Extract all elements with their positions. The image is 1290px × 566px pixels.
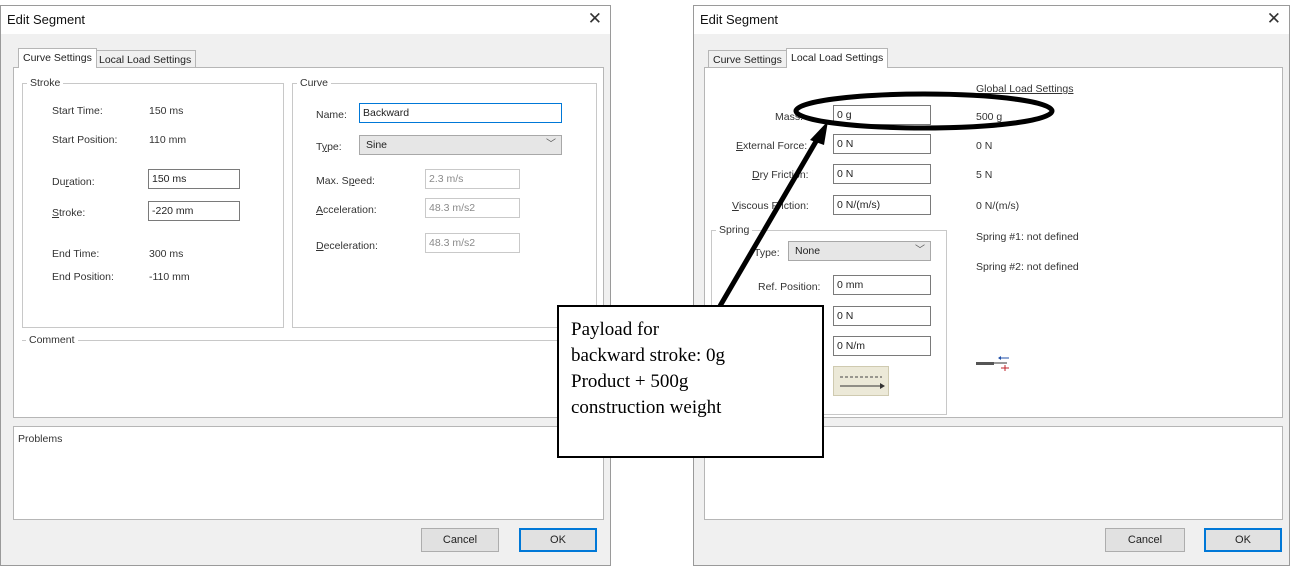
start-time-value: 150 ms bbox=[149, 105, 184, 117]
max-speed-field: 2.3 m/s bbox=[425, 169, 520, 189]
dialog-title: Edit Segment bbox=[700, 12, 779, 27]
curve-type-select[interactable]: Sine ﹀ bbox=[359, 135, 562, 155]
external-force-input[interactable]: 0 N bbox=[833, 134, 931, 154]
edit-segment-dialog-right: Edit Segment ✕ Curve Settings Local Load… bbox=[693, 5, 1290, 566]
chevron-down-icon: ﹀ bbox=[546, 139, 556, 150]
global-load-settings-header: Global Load Settings bbox=[976, 83, 1074, 95]
spring-2-global-value: Spring #2: not defined bbox=[976, 261, 1079, 273]
ok-button[interactable]: OK bbox=[519, 528, 597, 552]
start-position-label: Start Position: bbox=[52, 134, 118, 146]
end-position-label: End Position: bbox=[52, 271, 114, 283]
mass-global-value: 500 g bbox=[976, 111, 1003, 123]
stroke-label: Stroke: bbox=[52, 207, 86, 219]
callout-line: backward stroke: 0g bbox=[571, 345, 726, 366]
viscous-friction-label: Viscous Friction: bbox=[732, 200, 809, 212]
callout-line: construction weight bbox=[571, 397, 722, 418]
tab-curve-settings[interactable]: Curve Settings bbox=[708, 50, 787, 68]
stroke-input[interactable]: -220 mm bbox=[148, 201, 240, 221]
deceleration-field: 48.3 m/s2 bbox=[425, 233, 520, 253]
mass-input[interactable]: 0 g bbox=[833, 105, 931, 125]
ref-position-input[interactable]: 0 mm bbox=[833, 275, 931, 295]
comment-group: Comment bbox=[22, 334, 599, 418]
ref-position-label: Ref. Position: bbox=[758, 281, 821, 293]
dry-friction-global-value: 5 N bbox=[976, 169, 993, 181]
acceleration-label: Acceleration: bbox=[316, 204, 377, 216]
spring-force-input[interactable]: 0 N bbox=[833, 306, 931, 326]
deceleration-label: Deceleration: bbox=[316, 240, 378, 252]
spring-group-legend: Spring bbox=[716, 224, 753, 236]
spring-rate-input[interactable]: 0 N/m bbox=[833, 336, 931, 356]
edit-segment-dialog-left: Edit Segment ✕ Curve Settings Local Load… bbox=[0, 5, 611, 566]
cancel-button[interactable]: Cancel bbox=[421, 528, 499, 552]
tab-curve-settings[interactable]: Curve Settings bbox=[18, 48, 97, 68]
curve-name-input[interactable]: Backward bbox=[359, 103, 562, 123]
close-icon[interactable]: ✕ bbox=[1267, 9, 1281, 29]
tab-local-load-settings[interactable]: Local Load Settings bbox=[786, 48, 889, 68]
stroke-group-legend: Stroke bbox=[27, 77, 64, 89]
dry-friction-label: Dry Friction: bbox=[752, 169, 809, 181]
external-force-label: External Force: bbox=[736, 140, 808, 152]
callout-line: Payload for bbox=[571, 319, 660, 340]
title-bar: Edit Segment ✕ bbox=[1, 6, 610, 34]
spring-type-value: None bbox=[795, 245, 821, 257]
viscous-friction-global-value: 0 N/(m/s) bbox=[976, 200, 1020, 212]
curve-settings-panel: Stroke Start Time: 150 ms Start Position… bbox=[13, 67, 604, 418]
dialog-title: Edit Segment bbox=[7, 12, 86, 27]
spring-preview-icon bbox=[833, 366, 889, 396]
chevron-down-icon: ﹀ bbox=[915, 245, 925, 256]
spring-force-icon bbox=[975, 353, 1015, 373]
tab-local-load-settings[interactable]: Local Load Settings bbox=[94, 50, 197, 68]
mass-label: Mass: bbox=[775, 111, 804, 123]
spring-type-select[interactable]: None ﹀ bbox=[788, 241, 931, 261]
type-label: Type: bbox=[316, 141, 342, 153]
end-time-label: End Time: bbox=[52, 248, 100, 260]
end-position-value: -110 mm bbox=[149, 271, 190, 283]
spring-1-global-value: Spring #1: not defined bbox=[976, 231, 1079, 243]
start-time-label: Start Time: bbox=[52, 105, 103, 117]
callout-line: Product + 500g bbox=[571, 371, 689, 392]
cancel-button[interactable]: Cancel bbox=[1105, 528, 1185, 552]
max-speed-label: Max. Speed: bbox=[316, 175, 375, 187]
name-label: Name: bbox=[316, 109, 347, 121]
viscous-friction-input[interactable]: 0 N/(m/s) bbox=[833, 195, 931, 215]
problems-box: Problems bbox=[13, 426, 604, 520]
external-force-global-value: 0 N bbox=[976, 140, 993, 152]
comment-group-legend: Comment bbox=[26, 334, 78, 346]
curve-group-legend: Curve bbox=[297, 77, 332, 89]
title-bar: Edit Segment ✕ bbox=[694, 6, 1289, 34]
dry-friction-input[interactable]: 0 N bbox=[833, 164, 931, 184]
end-time-value: 300 ms bbox=[149, 248, 184, 260]
spring-type-label: Type: bbox=[754, 247, 780, 259]
duration-input[interactable]: 150 ms bbox=[148, 169, 240, 189]
close-icon[interactable]: ✕ bbox=[588, 9, 602, 29]
ok-button[interactable]: OK bbox=[1204, 528, 1282, 552]
curve-type-value: Sine bbox=[366, 139, 388, 151]
start-position-value: 110 mm bbox=[149, 134, 187, 146]
acceleration-field: 48.3 m/s2 bbox=[425, 198, 520, 218]
annotation-callout: Payload for backward stroke: 0g Product … bbox=[557, 305, 824, 458]
problems-label: Problems bbox=[18, 433, 63, 445]
duration-label: Duration: bbox=[52, 176, 95, 188]
